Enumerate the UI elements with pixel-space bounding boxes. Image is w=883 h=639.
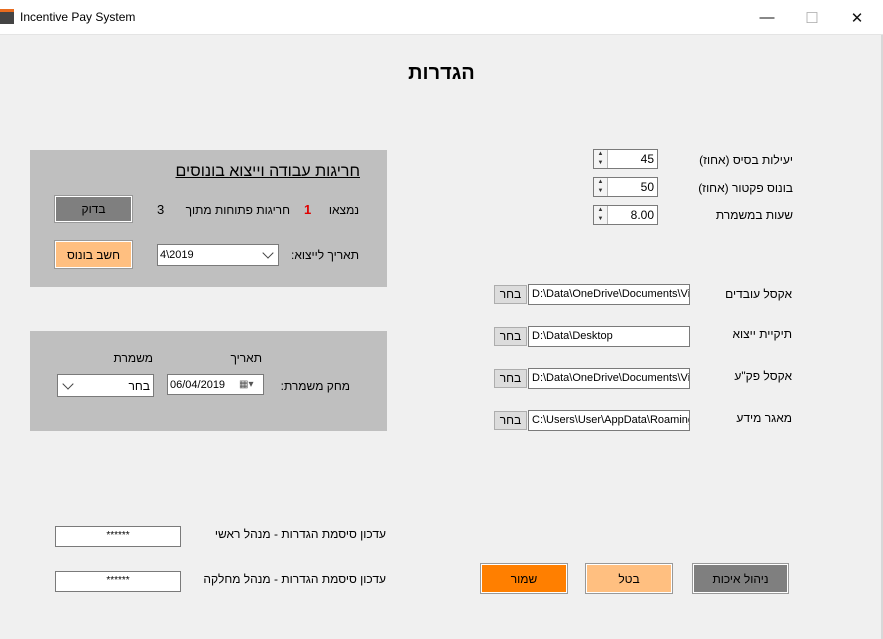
quality-management-button[interactable]: ניהול איכות	[692, 563, 789, 594]
delete-shift-label: מחק משמרת:	[280, 379, 350, 393]
factor-bonus-value[interactable]: 50	[608, 178, 657, 196]
export-folder-label: תיקיית ייצוא	[732, 327, 792, 341]
delete-shift-panel: תאריך משמרת מחק משמרת: 06/04/2019 ▦▾ בחר	[30, 331, 387, 431]
employees-excel-path-input[interactable]: D:\Data\OneDrive\Documents\Visual	[528, 284, 690, 305]
save-button[interactable]: שמור	[480, 563, 568, 594]
browse-database-button[interactable]: בחר	[494, 411, 527, 430]
title-bar: Incentive Pay System — ☐ ✕	[0, 0, 883, 35]
chevron-down-icon	[258, 247, 278, 259]
browse-employees-button[interactable]: בחר	[494, 285, 527, 304]
close-button[interactable]: ✕	[834, 0, 880, 35]
minimize-button[interactable]: —	[744, 0, 790, 35]
bonus-panel-heading: חריגות עבודה וייצוא בונוסים	[175, 163, 360, 180]
shift-hours-value[interactable]: 8.00	[608, 206, 657, 224]
shift-date-value: 06/04/2019	[170, 378, 226, 391]
base-efficiency-value[interactable]: 45	[608, 150, 657, 168]
base-efficiency-spinner[interactable]: ▲ ▼ 45	[593, 149, 658, 169]
database-label: מאגר מידע	[736, 411, 792, 425]
factor-bonus-label: בונוס פקטור (אחוז)	[698, 181, 793, 195]
export-folder-path-input[interactable]: D:\Data\Desktop	[528, 326, 690, 347]
app-icon	[0, 9, 14, 24]
main-manager-password-label: עדכון סיסמת הגדרות - מנהל ראשי	[214, 527, 386, 541]
shift-hours-spinner[interactable]: ▲ ▼ 8.00	[593, 205, 658, 225]
shift-hours-label: שעות במשמרת	[715, 208, 793, 222]
calculate-bonus-button[interactable]: חשב בונוס	[54, 240, 133, 269]
maximize-button[interactable]: ☐	[789, 0, 835, 35]
shift-header: משמרת	[113, 351, 153, 365]
export-date-label: תאריך לייצוא:	[291, 248, 359, 262]
spinner-arrows-icon[interactable]: ▲ ▼	[594, 150, 608, 168]
date-header: תאריך	[230, 351, 262, 365]
pkaa-excel-label: אקסל פק"ע	[734, 369, 792, 383]
shift-select[interactable]: בחר	[57, 374, 154, 397]
calendar-icon[interactable]: ▦▾	[239, 379, 263, 390]
cancel-button[interactable]: בטל	[585, 563, 673, 594]
chevron-down-icon	[58, 377, 78, 390]
page-title: הגדרות	[408, 62, 475, 84]
export-date-value: 4\2019	[160, 249, 194, 261]
open-exceptions-total: 3	[157, 202, 165, 217]
spinner-arrows-icon[interactable]: ▲ ▼	[594, 206, 608, 224]
database-path-input[interactable]: C:\Users\User\AppData\Roaming\Inc	[528, 410, 690, 431]
shift-select-value: בחר	[128, 378, 151, 393]
base-efficiency-label: יעילות בסיס (אחוז)	[699, 153, 793, 167]
export-date-dropdown[interactable]: 4\2019	[157, 244, 279, 266]
factor-bonus-spinner[interactable]: ▲ ▼ 50	[593, 177, 658, 197]
bonus-export-panel: חריגות עבודה וייצוא בונוסים נמצאו 1 חריג…	[30, 150, 387, 287]
open-exceptions-label: חריגות פתוחות מתוך	[185, 203, 290, 217]
browse-export-folder-button[interactable]: בחר	[494, 327, 527, 346]
shift-date-picker[interactable]: 06/04/2019 ▦▾	[167, 374, 264, 395]
dept-manager-password-input[interactable]: ******	[55, 571, 181, 592]
found-count: 1	[304, 202, 312, 217]
browse-pkaa-button[interactable]: בחר	[494, 369, 527, 388]
found-label: נמצאו	[328, 203, 359, 217]
main-manager-password-input[interactable]: ******	[55, 526, 181, 547]
check-button[interactable]: בדוק	[54, 195, 133, 223]
spinner-arrows-icon[interactable]: ▲ ▼	[594, 178, 608, 196]
employees-excel-label: אקסל עובדים	[725, 287, 792, 301]
window-title: Incentive Pay System	[20, 10, 136, 24]
pkaa-excel-path-input[interactable]: D:\Data\OneDrive\Documents\Visual	[528, 368, 690, 389]
dept-manager-password-label: עדכון סיסמת הגדרות - מנהל מחלקה	[203, 572, 386, 586]
